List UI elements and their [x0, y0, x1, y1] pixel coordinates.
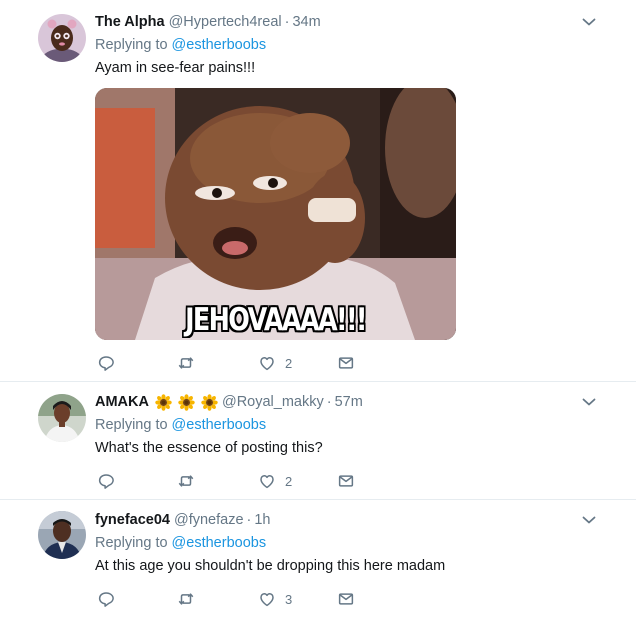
tweet-feed: The Alpha @Hypertech4real · 34m Replying… [0, 0, 636, 620]
message-button[interactable] [337, 352, 355, 374]
timestamp[interactable]: 34m [292, 14, 320, 30]
media-caption: JEHOVAAAA!!! [185, 302, 367, 338]
chevron-down-icon[interactable] [582, 397, 596, 407]
replying-to: Replying to @estherboobs [95, 415, 596, 435]
avatar[interactable] [38, 14, 86, 62]
message-icon [337, 590, 355, 608]
like-count: 2 [285, 355, 293, 371]
chevron-down-icon[interactable] [582, 17, 596, 27]
timestamp[interactable]: 57m [335, 394, 363, 410]
reply-button[interactable] [97, 588, 115, 610]
sunflower-icon [155, 394, 172, 411]
mention-link[interactable]: @estherboobs [172, 417, 267, 433]
tweet[interactable]: The Alpha @Hypertech4real · 34m Replying… [0, 0, 636, 382]
replying-label: Replying to [95, 535, 168, 551]
message-button[interactable] [337, 470, 355, 492]
like-icon [258, 472, 276, 490]
sunflower-icon [178, 394, 195, 411]
replying-to: Replying to @estherboobs [95, 533, 596, 553]
display-name[interactable]: fyneface04 [95, 512, 170, 528]
reply-button[interactable] [97, 352, 115, 374]
reply-icon [97, 472, 115, 490]
retweet-button[interactable] [177, 352, 195, 374]
separator: · [246, 512, 252, 528]
tweet-text: Ayam in see-fear pains!!! [95, 60, 256, 76]
reply-icon [97, 590, 115, 608]
chevron-down-icon[interactable] [582, 515, 596, 525]
retweet-icon [177, 590, 195, 608]
user-handle[interactable]: @fynefaze [174, 512, 244, 528]
retweet-button[interactable] [177, 470, 195, 492]
avatar[interactable] [38, 394, 86, 442]
separator: · [326, 394, 332, 410]
message-icon [337, 354, 355, 372]
retweet-icon [177, 472, 195, 490]
user-handle[interactable]: @Hypertech4real [169, 14, 282, 30]
tweet[interactable]: fyneface04 @fynefaze · 1h Replying to @es… [0, 500, 636, 620]
replying-label: Replying to [95, 37, 168, 53]
like-icon [258, 590, 276, 608]
tweet-content: fyneface04 @fynefaze · 1h Replying to @es… [95, 510, 596, 576]
retweet-icon [177, 354, 195, 372]
tweet-header: AMAKA @Royal_makky · 57m [95, 392, 596, 412]
like-count: 3 [285, 591, 293, 607]
timestamp[interactable]: 1h [254, 512, 270, 528]
sunflower-icon [201, 394, 218, 411]
avatar[interactable] [38, 511, 86, 559]
mention-link[interactable]: @estherboobs [172, 535, 267, 551]
tweet-media[interactable]: JEHOVAAAA!!! [95, 88, 456, 340]
user-handle[interactable]: @Royal_makky [222, 394, 324, 410]
tweet-text: What's the essence of posting this? [95, 440, 323, 456]
tweet-text: At this age you shouldn't be dropping th… [95, 558, 446, 574]
like-icon [258, 354, 276, 372]
replying-label: Replying to [95, 417, 168, 433]
replying-to: Replying to @estherboobs [95, 35, 596, 55]
tweet-header: The Alpha @Hypertech4real · 34m [95, 12, 596, 32]
tweet[interactable]: AMAKA @Royal_makky · 57m Replying to @est… [0, 382, 636, 500]
tweet-content: The Alpha @Hypertech4real · 34m Replying… [95, 12, 596, 78]
like-count: 2 [285, 473, 293, 489]
tweet-header: fyneface04 @fynefaze · 1h [95, 510, 596, 530]
like-button[interactable]: 2 [258, 470, 292, 492]
mention-link[interactable]: @estherboobs [172, 37, 267, 53]
display-name[interactable]: AMAKA [95, 394, 149, 410]
tweet-content: AMAKA @Royal_makky · 57m Replying to @est… [95, 392, 596, 458]
display-name[interactable]: The Alpha [95, 14, 165, 30]
reply-button[interactable] [97, 470, 115, 492]
like-button[interactable]: 3 [258, 588, 292, 610]
like-button[interactable]: 2 [258, 352, 292, 374]
retweet-button[interactable] [177, 588, 195, 610]
reply-icon [97, 354, 115, 372]
message-icon [337, 472, 355, 490]
separator: · [284, 14, 290, 30]
message-button[interactable] [337, 588, 355, 610]
